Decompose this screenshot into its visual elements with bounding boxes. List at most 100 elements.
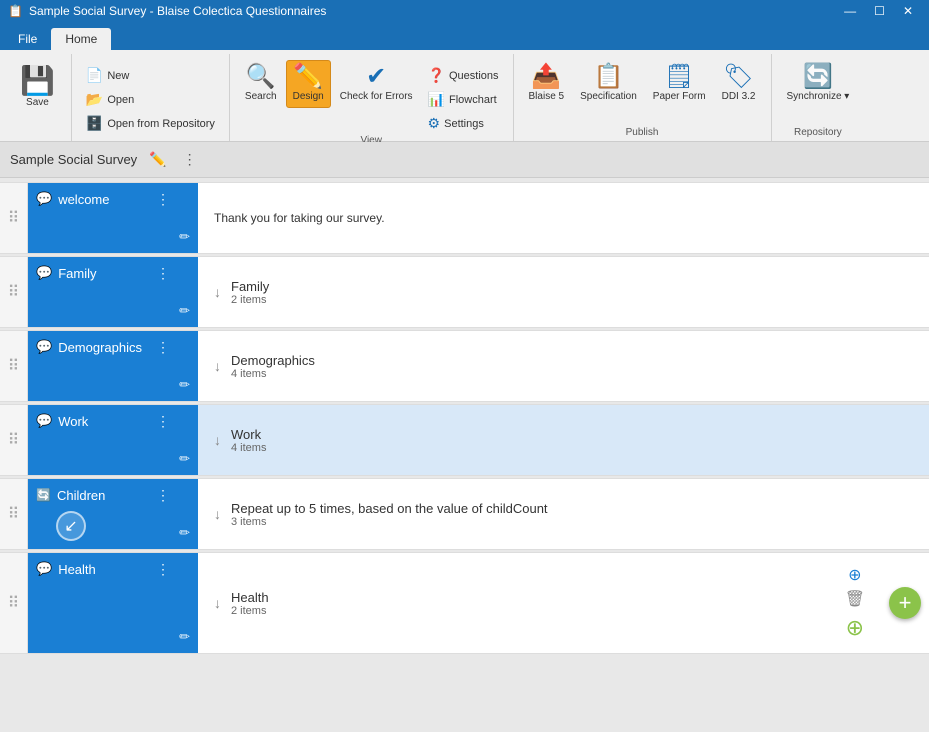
table-row: ⠿ 💬 welcome ⋮ ✏ Thank you for taking our… [0, 182, 929, 254]
ribbon-file-items: 📄 New 📂 Open 🗄️ Open from Repository [80, 56, 221, 138]
table-row: ⠿ 💬 Family ⋮ ✏ ↓ Family 2 items [0, 256, 929, 328]
title-bar-controls[interactable]: — ☐ ✕ [836, 2, 921, 20]
sequence-icon-demographics: 💬 [36, 339, 52, 355]
table-row: ⠿ 💬 Work ⋮ ✏ ↓ Work 4 items [0, 404, 929, 476]
close-button[interactable]: ✕ [895, 2, 921, 20]
paper-form-button[interactable]: 🗒 Paper Form [646, 60, 713, 108]
ribbon-view-items: 🔍 Search ✏️ Design ✔ Check for Errors ❓ … [238, 56, 505, 135]
health-delete-button[interactable]: 🗑 [845, 589, 865, 609]
settings-button[interactable]: ⚙ Settings [422, 112, 505, 135]
flowchart-label: Flowchart [449, 94, 497, 106]
settings-icon: ⚙ [428, 115, 441, 132]
section-menu-health[interactable]: ⋮ [156, 561, 170, 578]
section-edit-welcome[interactable]: ✏ [179, 229, 190, 245]
ribbon-view-small: ❓ Questions 📊 Flowchart ⚙ Settings [422, 60, 505, 135]
table-row: ⠿ 💬 Demographics ⋮ ✏ ↓ Demographics 4 it… [0, 330, 929, 402]
add-section-fab[interactable]: + [889, 587, 921, 619]
sequence-icon-welcome: 💬 [36, 191, 52, 207]
section-menu-children[interactable]: ⋮ [156, 487, 170, 504]
blaise5-button[interactable]: 📤 Blaise 5 [522, 60, 572, 108]
children-title: Repeat up to 5 times, based on the value… [231, 501, 548, 516]
ribbon-group-save: 💾 Save [4, 54, 72, 141]
synchronize-label: Synchronize ▾ [787, 91, 850, 103]
open-button[interactable]: 📂 Open [80, 88, 221, 111]
questions-icon: ❓ [428, 67, 445, 84]
ribbon-group-repository-label: Repository [794, 127, 842, 141]
table-row: ⠿ 🔄 Children ↙ ⋮ ✏ ↓ Repeat up to 5 time… [0, 478, 929, 550]
design-icon: ✏️ [293, 65, 323, 89]
section-edit-work[interactable]: ✏ [179, 451, 190, 467]
survey-menu-button[interactable]: ⋮ [179, 149, 201, 170]
synchronize-icon: 🔄 [803, 65, 833, 89]
synchronize-button[interactable]: 🔄 Synchronize ▾ [780, 60, 857, 108]
specification-button[interactable]: 📋 Specification [573, 60, 644, 108]
ribbon-save-items: 💾 Save [12, 56, 63, 141]
open-repo-icon: 🗄️ [86, 115, 103, 132]
save-icon: 💾 [20, 64, 55, 97]
section-menu-family[interactable]: ⋮ [156, 265, 170, 282]
ribbon-publish-items: 📤 Blaise 5 📋 Specification 🗒 Paper Form … [522, 56, 763, 127]
check-errors-button[interactable]: ✔ Check for Errors [333, 60, 420, 108]
health-add-button[interactable]: ⊕ [845, 565, 865, 585]
section-label-work: Work [58, 414, 88, 429]
ribbon-repository-items: 🔄 Synchronize ▾ [780, 56, 857, 127]
search-button[interactable]: 🔍 Search [238, 60, 284, 108]
drag-handle-health[interactable]: ⠿ [0, 553, 28, 653]
children-items: 3 items [231, 516, 548, 528]
ddi32-label: DDI 3.2 [722, 91, 756, 103]
children-loop-indicator: ↙ [56, 511, 86, 541]
row-info-work: Work 4 items [231, 427, 266, 454]
row-content-work: ↓ Work 4 items [198, 405, 929, 475]
drag-handle-family[interactable]: ⠿ [0, 257, 28, 327]
new-button[interactable]: 📄 New [80, 64, 221, 87]
section-edit-family[interactable]: ✏ [179, 303, 190, 319]
section-menu-welcome[interactable]: ⋮ [156, 191, 170, 208]
title-bar: 📋 Sample Social Survey - Blaise Colectic… [0, 0, 929, 22]
section-edit-demographics[interactable]: ✏ [179, 377, 190, 393]
open-icon: 📂 [86, 91, 103, 108]
survey-edit-button[interactable]: ✏️ [145, 149, 170, 170]
drag-handle-welcome[interactable]: ⠿ [0, 183, 28, 253]
minimize-button[interactable]: — [836, 2, 864, 20]
row-block-work: 💬 Work ⋮ ✏ [28, 405, 198, 475]
ribbon-group-view: 🔍 Search ✏️ Design ✔ Check for Errors ❓ … [230, 54, 514, 141]
save-label: Save [26, 97, 49, 108]
questions-button[interactable]: ❓ Questions [422, 64, 505, 87]
app-title: Sample Social Survey - Blaise Colectica … [29, 4, 326, 18]
survey-title-bar: Sample Social Survey ✏️ ⋮ [0, 142, 929, 178]
section-label-health: Health [58, 562, 96, 577]
sequence-icon-health: 💬 [36, 561, 52, 577]
flowchart-icon: 📊 [428, 91, 445, 108]
drag-handle-work[interactable]: ⠿ [0, 405, 28, 475]
section-edit-health[interactable]: ✏ [179, 629, 190, 645]
maximize-button[interactable]: ☐ [866, 2, 893, 20]
section-edit-children[interactable]: ✏ [179, 525, 190, 541]
save-button[interactable]: 💾 Save [12, 60, 63, 112]
row-block-welcome: 💬 welcome ⋮ ✏ [28, 183, 198, 253]
open-repo-button[interactable]: 🗄️ Open from Repository [80, 112, 221, 135]
main-area: Sample Social Survey ✏️ ⋮ ⠿ 💬 welcome ⋮ … [0, 142, 929, 732]
table-row: ⠿ 💬 Health ⋮ ✏ ↓ Health 2 items ⊕ 🗑 ⊕ [0, 552, 929, 654]
flowchart-button[interactable]: 📊 Flowchart [422, 88, 505, 111]
new-label: New [107, 70, 129, 82]
app-icon: 📋 [8, 4, 23, 18]
health-title: Health [231, 590, 269, 605]
drag-handle-children[interactable]: ⠿ [0, 479, 28, 549]
ddi32-button[interactable]: 🏷 DDI 3.2 [715, 60, 763, 108]
row-info-family: Family 2 items [231, 279, 269, 306]
ribbon-group-file: 📄 New 📂 Open 🗄️ Open from Repository [72, 54, 230, 141]
drag-handle-demographics[interactable]: ⠿ [0, 331, 28, 401]
row-block-tag-children: 🔄 Children [36, 488, 105, 503]
section-label-demographics: Demographics [58, 340, 142, 355]
section-menu-work[interactable]: ⋮ [156, 413, 170, 430]
open-repo-label: Open from Repository [107, 118, 215, 130]
tab-home[interactable]: Home [51, 28, 111, 50]
row-block-health: 💬 Health ⋮ ✏ [28, 553, 198, 653]
design-button[interactable]: ✏️ Design [286, 60, 331, 108]
health-add-after-button[interactable]: ⊕ [845, 615, 865, 641]
row-info-demographics: Demographics 4 items [231, 353, 315, 380]
tab-file[interactable]: File [4, 28, 51, 50]
section-menu-demographics[interactable]: ⋮ [156, 339, 170, 356]
questions-label: Questions [449, 70, 499, 82]
blaise5-icon: 📤 [531, 65, 561, 89]
